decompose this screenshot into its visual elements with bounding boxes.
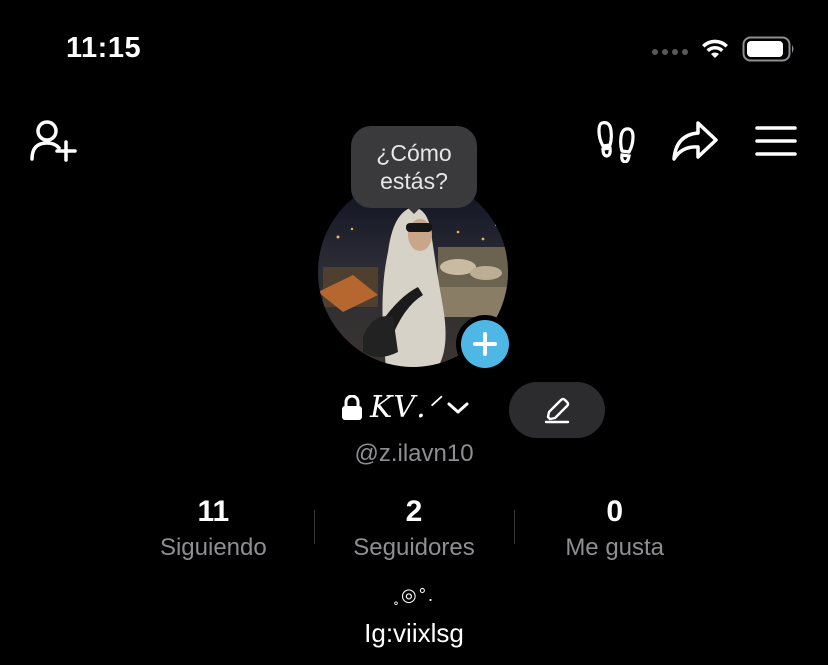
share-arrow-icon bbox=[672, 121, 718, 161]
display-name: 𝐾𝑉.ᐟ bbox=[370, 390, 441, 425]
footprints-icon bbox=[597, 121, 635, 163]
plus-icon bbox=[473, 332, 497, 356]
edit-profile-button[interactable] bbox=[509, 382, 605, 438]
status-bubble[interactable]: ¿Cómo estás? bbox=[351, 126, 477, 208]
profile-screen: 11:15 ¿Cómo estás? 𝐾𝑉.ᐟ @z.ilavn10 11 Si… bbox=[0, 0, 828, 665]
stat-label: Seguidores bbox=[353, 534, 475, 561]
stat-followers[interactable]: 2 Seguidores bbox=[314, 494, 515, 564]
cellular-signal-icon bbox=[652, 48, 688, 55]
status-bubble-tail bbox=[405, 205, 423, 214]
wifi-icon bbox=[700, 38, 730, 65]
bio-decoration: ˳◎°. bbox=[393, 585, 435, 605]
stat-following[interactable]: 11 Siguiendo bbox=[113, 494, 314, 564]
add-friend-button[interactable] bbox=[28, 118, 78, 164]
account-switcher[interactable]: 𝐾𝑉.ᐟ bbox=[340, 390, 470, 425]
stat-label: Siguiendo bbox=[159, 534, 267, 561]
pencil-icon bbox=[544, 397, 570, 424]
status-time: 11:15 bbox=[66, 32, 142, 64]
hamburger-menu-icon bbox=[755, 126, 797, 156]
stat-divider bbox=[514, 510, 515, 544]
stat-value: 11 bbox=[197, 495, 230, 528]
stat-divider bbox=[314, 510, 315, 544]
chevron-down-icon bbox=[447, 402, 469, 413]
menu-button[interactable] bbox=[754, 122, 798, 160]
add-story-circle bbox=[461, 320, 509, 368]
add-story-button[interactable] bbox=[456, 315, 514, 373]
battery-icon bbox=[742, 36, 796, 67]
stat-value: 2 bbox=[405, 495, 423, 528]
stat-likes[interactable]: 0 Me gusta bbox=[514, 494, 715, 564]
person-add-icon bbox=[30, 120, 77, 162]
profile-views-button[interactable] bbox=[595, 118, 637, 164]
status-indicators bbox=[652, 36, 796, 67]
stat-label: Me gusta bbox=[565, 534, 665, 561]
bio-text: Ig:viixlsg bbox=[364, 618, 464, 648]
profile-stats: 11 Siguiendo 2 Seguidores 0 Me gusta bbox=[113, 494, 715, 564]
lock-icon bbox=[342, 394, 362, 420]
username-handle: @z.ilavn10 bbox=[354, 440, 474, 467]
share-button[interactable] bbox=[670, 118, 720, 164]
stat-value: 0 bbox=[606, 495, 624, 528]
